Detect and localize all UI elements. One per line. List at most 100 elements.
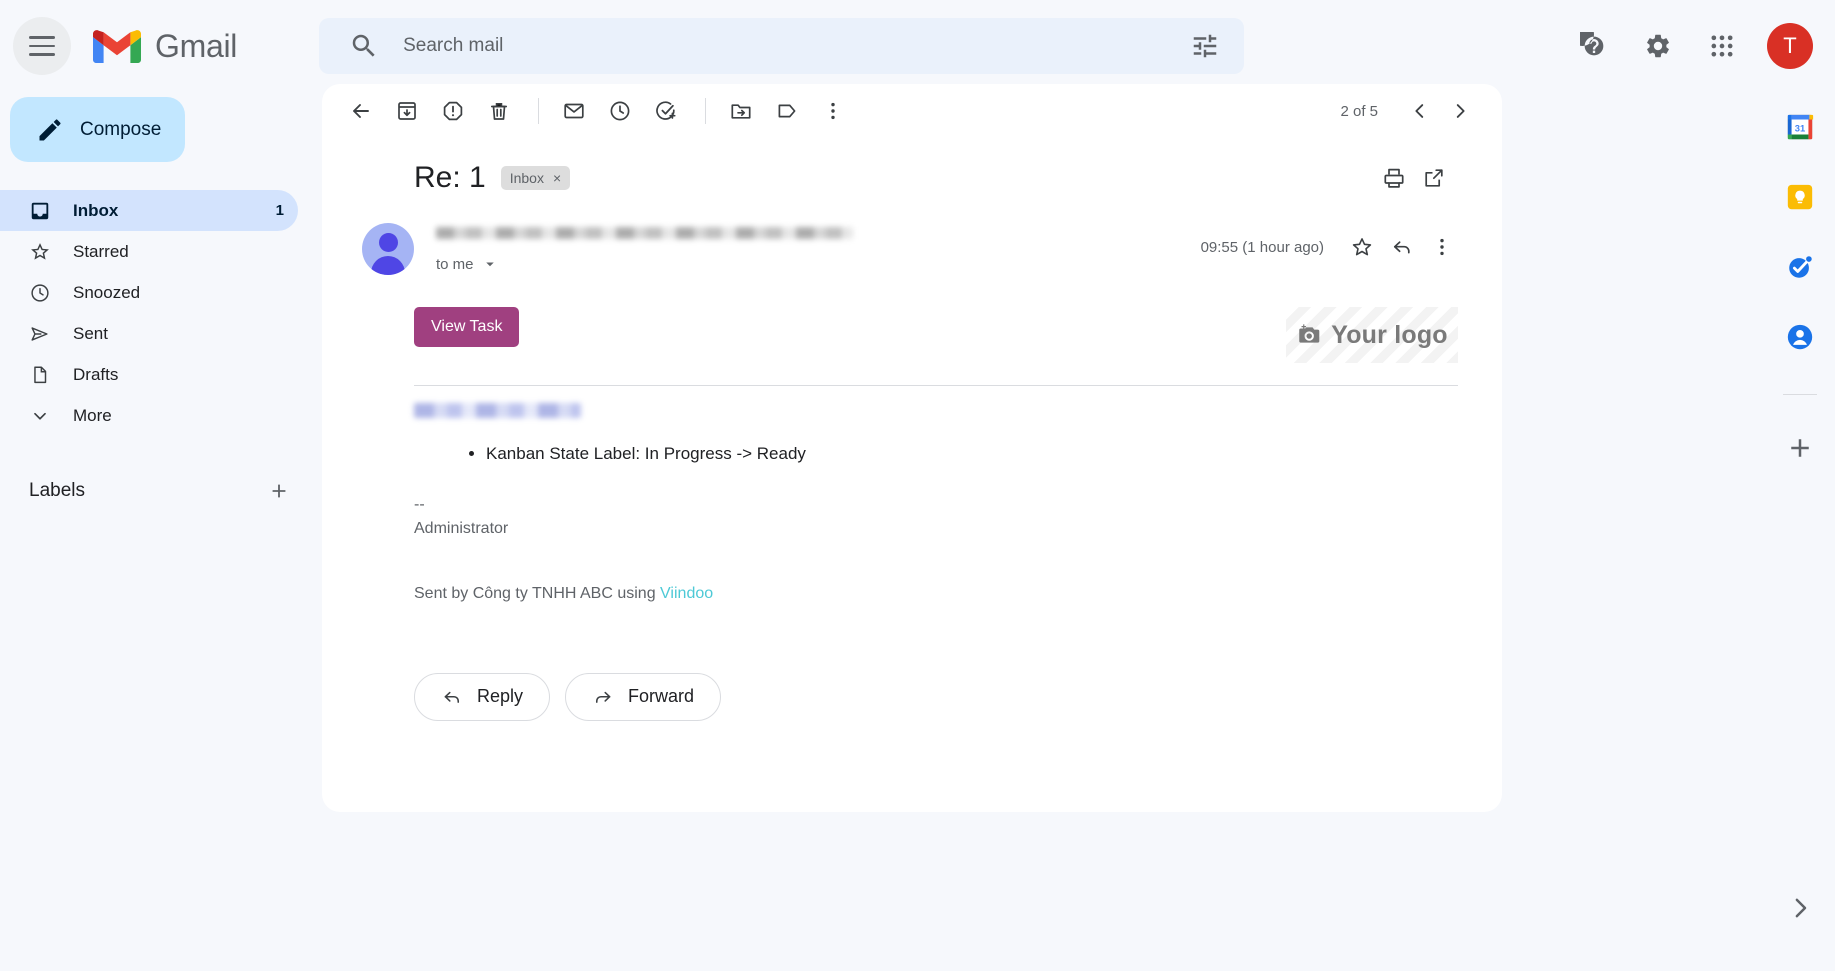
side-panel: 31 <box>1765 84 1835 971</box>
viindoo-link[interactable]: Viindoo <box>660 585 713 602</box>
move-to-button[interactable] <box>720 90 762 132</box>
newer-button[interactable] <box>1440 91 1480 131</box>
body-divider <box>414 385 1458 386</box>
google-tasks-icon[interactable] <box>1785 252 1815 282</box>
search-bar[interactable] <box>319 18 1244 74</box>
report-spam-button[interactable] <box>432 90 474 132</box>
google-keep-icon[interactable] <box>1785 182 1815 212</box>
settings-button[interactable] <box>1633 21 1683 71</box>
trash-icon <box>487 99 511 123</box>
signature-separator: -- <box>414 496 1462 514</box>
page-title: Re: 1 <box>414 161 486 195</box>
reply-arrow-icon <box>1390 235 1414 259</box>
search-input[interactable] <box>403 35 1190 57</box>
forward-button[interactable]: Forward <box>565 673 721 721</box>
apps-grid-icon <box>1708 32 1736 60</box>
clock-icon <box>29 282 51 304</box>
archive-button[interactable] <box>386 90 428 132</box>
top-bar-actions: T <box>1555 21 1835 71</box>
delete-button[interactable] <box>478 90 520 132</box>
google-contacts-icon[interactable] <box>1785 322 1815 352</box>
chevron-down-icon <box>29 405 51 427</box>
search-options-icon[interactable] <box>1190 31 1220 61</box>
reply-arrow-icon <box>441 686 463 708</box>
message-more-button[interactable] <box>1422 227 1462 267</box>
label-tag-icon <box>775 99 799 123</box>
camera-add-icon <box>1296 322 1322 348</box>
chevron-down-icon[interactable] <box>481 255 499 273</box>
sidebar-item-starred[interactable]: Starred <box>0 231 298 272</box>
top-bar: Gmail <box>0 0 1835 92</box>
archive-icon <box>395 99 419 123</box>
avatar[interactable]: T <box>1767 23 1813 69</box>
logo-placeholder-text: Your logo <box>1331 321 1448 350</box>
svg-text:31: 31 <box>1795 124 1805 134</box>
avatar-initial: T <box>1783 33 1796 59</box>
star-icon <box>1350 235 1374 259</box>
sender-name-redacted <box>436 227 853 239</box>
body-top-row: View Task Your logo <box>414 307 1462 363</box>
compose-button[interactable]: Compose <box>10 97 185 162</box>
main-menu-button[interactable] <box>13 17 71 75</box>
email-toolbar: 2 of 5 <box>322 84 1502 138</box>
signature-name: Administrator <box>414 520 1462 538</box>
labels-section-header: Labels <box>0 471 320 511</box>
open-in-new-window-button[interactable] <box>1414 158 1454 198</box>
support-button[interactable] <box>1569 21 1619 71</box>
more-options-button[interactable] <box>812 90 854 132</box>
task-link-redacted[interactable] <box>414 403 581 418</box>
sidebar-item-label: Starred <box>73 242 129 262</box>
sidebar-item-inbox[interactable]: Inbox 1 <box>0 190 298 231</box>
older-button[interactable] <box>1400 91 1440 131</box>
expand-side-panel-icon[interactable] <box>1785 893 1815 923</box>
list-item: Kanban State Label: In Progress -> Ready <box>486 441 1462 467</box>
add-to-tasks-button[interactable] <box>645 90 687 132</box>
footer-prefix: Sent by Công ty TNHH ABC using <box>414 585 660 602</box>
label-chip-text: Inbox <box>510 170 544 186</box>
chevron-left-icon <box>1409 100 1431 122</box>
document-icon <box>29 364 51 386</box>
email-card: 2 of 5 Re: 1 Inbox × <box>322 84 1502 812</box>
brand-label: Gmail <box>155 28 237 65</box>
external-link-icon <box>1422 166 1446 190</box>
add-addon-icon[interactable] <box>1785 433 1815 463</box>
label-chip-remove-icon[interactable]: × <box>553 170 561 186</box>
more-vertical-icon <box>821 99 845 123</box>
view-task-button[interactable]: View Task <box>414 307 519 347</box>
label-chip[interactable]: Inbox × <box>501 166 570 190</box>
sidebar-item-sent[interactable]: Sent <box>0 313 298 354</box>
printer-icon <box>1382 166 1406 190</box>
sidebar-item-label: Sent <box>73 324 108 344</box>
message-timestamp: 09:55 (1 hour ago) <box>1201 239 1324 256</box>
back-button[interactable] <box>340 90 382 132</box>
star-button[interactable] <box>1342 227 1382 267</box>
google-apps-button[interactable] <box>1697 21 1747 71</box>
labels-button[interactable] <box>766 90 808 132</box>
add-label-icon[interactable] <box>268 480 290 502</box>
recipient-row[interactable]: to me <box>436 255 853 273</box>
reply-label: Reply <box>477 686 523 707</box>
sidebar-item-drafts[interactable]: Drafts <box>0 354 298 395</box>
spam-icon <box>441 99 465 123</box>
gmail-logo-icon <box>93 28 141 64</box>
reply-button[interactable]: Reply <box>414 673 550 721</box>
sidebar-item-snoozed[interactable]: Snoozed <box>0 272 298 313</box>
reply-icon-button[interactable] <box>1382 227 1422 267</box>
gear-icon <box>1644 32 1672 60</box>
toolbar-divider <box>538 98 539 124</box>
footer-sent-by: Sent by Công ty TNHH ABC using Viindoo <box>414 585 1462 603</box>
print-button[interactable] <box>1374 158 1414 198</box>
nav-list: Inbox 1 Starred Snoozed Sent Draft <box>0 190 320 436</box>
inbox-icon <box>29 200 51 222</box>
subject-row: Re: 1 Inbox × <box>322 138 1502 198</box>
rail-divider <box>1783 394 1817 395</box>
snooze-button[interactable] <box>599 90 641 132</box>
envelope-icon <box>562 99 586 123</box>
mark-unread-button[interactable] <box>553 90 595 132</box>
sender-avatar[interactable] <box>362 223 414 275</box>
sidebar-item-more[interactable]: More <box>0 395 298 436</box>
gmail-brand[interactable]: Gmail <box>93 28 237 65</box>
google-calendar-icon[interactable]: 31 <box>1785 112 1815 142</box>
pencil-icon <box>36 116 64 144</box>
forward-arrow-icon <box>592 686 614 708</box>
